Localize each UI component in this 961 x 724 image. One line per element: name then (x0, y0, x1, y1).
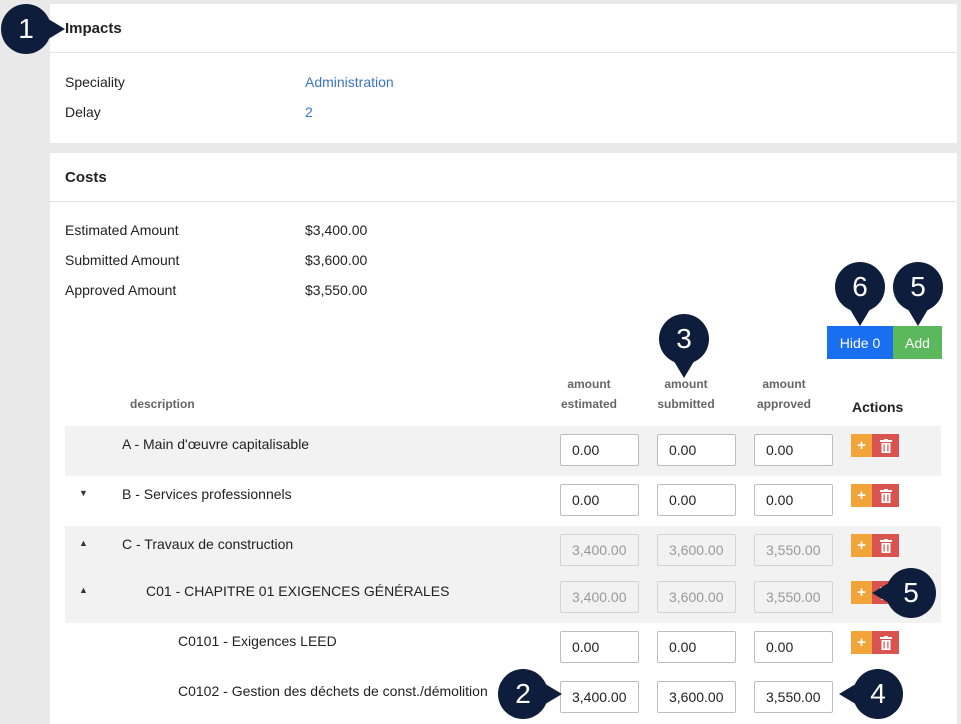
amount-approved-input: 3,550.00 (754, 534, 833, 566)
table-row: ▲ C01 - CHAPITRE 01 EXIGENCES GÉNÉRALES … (65, 573, 941, 623)
delete-button[interactable] (872, 484, 899, 507)
amount-submitted-input[interactable]: 0.00 (657, 484, 736, 516)
row-actions: + (851, 631, 899, 654)
add-child-button[interactable]: + (851, 434, 872, 457)
add-child-button[interactable]: + (851, 631, 872, 654)
callout-marker: 5 (893, 262, 943, 326)
add-child-button[interactable]: + (851, 581, 872, 604)
row-description: C0101 - Exigences LEED (178, 633, 337, 649)
amount-submitted-input[interactable]: 0.00 (657, 631, 736, 663)
row-description: C01 - CHAPITRE 01 EXIGENCES GÉNÉRALES (146, 583, 450, 599)
amount-approved-input[interactable]: 3,550.00 (754, 681, 833, 713)
amount-submitted-input[interactable]: 3,600.00 (657, 681, 736, 713)
row-actions: + (851, 534, 899, 557)
amount-approved-input: 3,550.00 (754, 581, 833, 613)
table-row: C0101 - Exigences LEED 0.00 0.00 0.00 + (65, 623, 941, 673)
delete-button[interactable] (872, 534, 899, 557)
amount-estimated-input[interactable]: 0.00 (560, 484, 639, 516)
callout-marker: 6 (835, 262, 885, 326)
add-child-button[interactable]: + (851, 484, 872, 507)
cost-table: A - Main d'œuvre capitalisable 0.00 0.00… (50, 0, 957, 724)
trash-icon (879, 635, 892, 650)
trash-icon (879, 438, 892, 453)
amount-submitted-input[interactable]: 0.00 (657, 434, 736, 466)
add-child-button[interactable]: + (851, 534, 872, 557)
delete-button[interactable] (872, 434, 899, 457)
caret-up-icon[interactable]: ▲ (79, 585, 88, 595)
amount-approved-input[interactable]: 0.00 (754, 484, 833, 516)
amount-estimated-input[interactable]: 0.00 (560, 434, 639, 466)
amount-submitted-input: 3,600.00 (657, 581, 736, 613)
table-row: ▲ C - Travaux de construction 3,400.00 3… (65, 526, 941, 576)
amount-approved-input[interactable]: 0.00 (754, 434, 833, 466)
trash-icon (879, 488, 892, 503)
callout-marker: 5 (872, 568, 936, 618)
amount-submitted-input: 3,600.00 (657, 534, 736, 566)
callout-marker: 1 (1, 4, 65, 54)
row-description: C - Travaux de construction (122, 536, 294, 552)
callout-marker: 2 (498, 669, 562, 719)
row-description: C0102 - Gestion des déchets de const./dé… (178, 683, 488, 699)
trash-icon (879, 538, 892, 553)
row-description: A - Main d'œuvre capitalisable (122, 436, 310, 452)
row-actions: + (851, 434, 899, 457)
caret-down-icon[interactable]: ▼ (79, 488, 88, 498)
amount-estimated-input: 3,400.00 (560, 581, 639, 613)
callout-marker: 3 (659, 314, 709, 378)
delete-button[interactable] (872, 631, 899, 654)
row-description: B - Services professionnels (122, 486, 292, 502)
table-row: A - Main d'œuvre capitalisable 0.00 0.00… (65, 426, 941, 476)
amount-estimated-input: 3,400.00 (560, 534, 639, 566)
caret-up-icon[interactable]: ▲ (79, 538, 88, 548)
table-row: ▼ B - Services professionnels 0.00 0.00 … (65, 476, 941, 526)
amount-estimated-input[interactable]: 3,400.00 (560, 681, 639, 713)
callout-marker: 4 (839, 669, 903, 719)
amount-estimated-input[interactable]: 0.00 (560, 631, 639, 663)
row-actions: + (851, 484, 899, 507)
amount-approved-input[interactable]: 0.00 (754, 631, 833, 663)
